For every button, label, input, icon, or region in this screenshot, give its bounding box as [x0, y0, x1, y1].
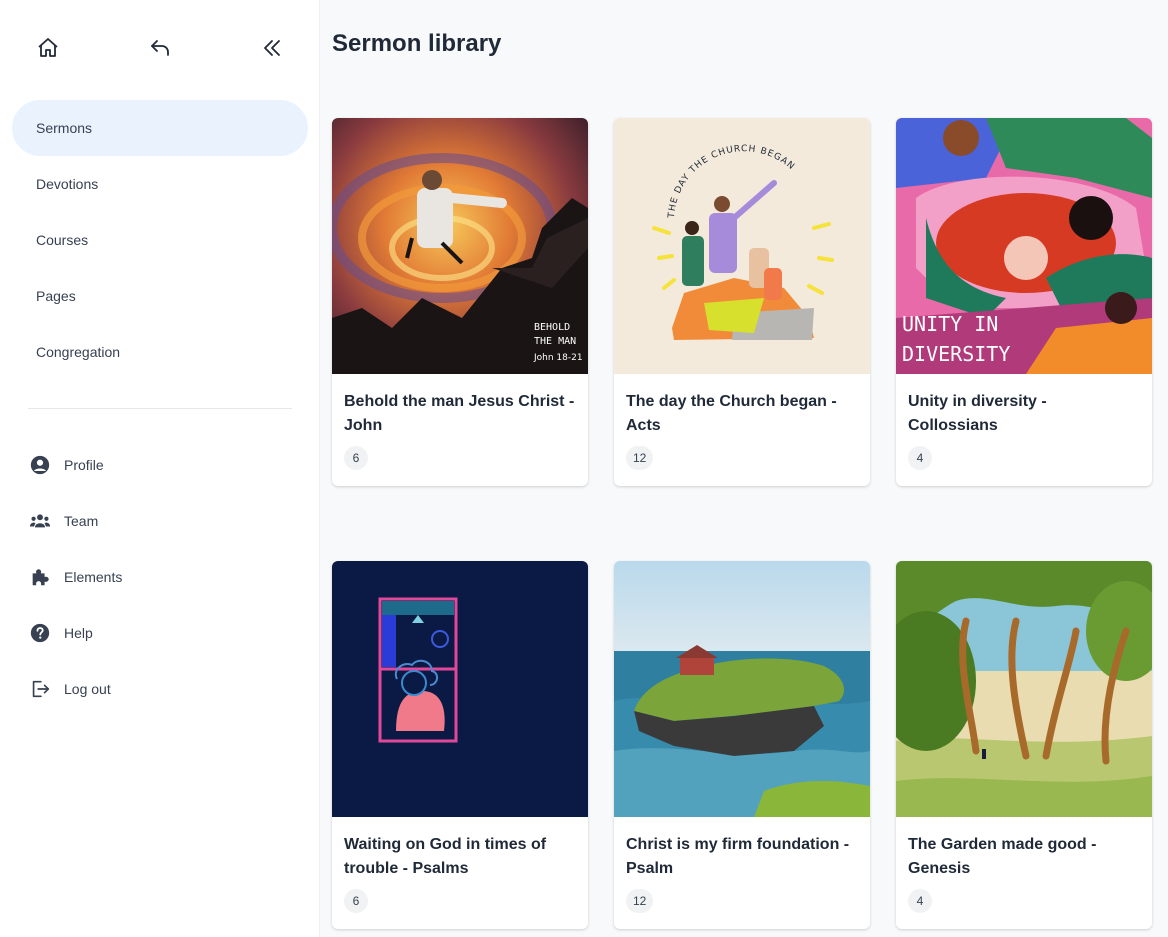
sermon-cover-image	[614, 561, 870, 817]
sermon-cover-image	[332, 561, 588, 817]
sermon-card[interactable]: UNITY IN DIVERSITY Unity in diversity - …	[896, 118, 1152, 486]
sermon-count-badge: 4	[908, 889, 932, 913]
sermon-title: Waiting on God in times of trouble - Psa…	[344, 836, 547, 877]
main-nav: Sermons Devotions Courses Pages Congrega…	[12, 100, 308, 380]
home-icon[interactable]	[30, 30, 66, 66]
nav-item-elements[interactable]: Elements	[28, 549, 292, 605]
nav-item-label: Devotions	[36, 176, 99, 192]
art-text: UNITY IN	[902, 312, 998, 336]
sermon-title: Unity in diversity - Collossians	[908, 393, 1047, 434]
nav-item-profile[interactable]: Profile	[28, 437, 292, 493]
account-nav: Profile Team Elements Help Log out	[28, 437, 292, 717]
art-text: BEHOLD	[534, 322, 570, 333]
sermon-cover-image: THE DAY THE CHURCH BEGAN	[614, 118, 870, 374]
sermon-card[interactable]: Waiting on God in times of trouble - Psa…	[332, 561, 588, 929]
sermon-card[interactable]: BEHOLD THE MAN John 18-21 Behold the man…	[332, 118, 588, 486]
nav-item-label: Profile	[64, 457, 104, 473]
sermon-cover-image: BEHOLD THE MAN John 18-21	[332, 118, 588, 374]
sermon-count-badge: 12	[626, 889, 654, 913]
sermon-cover-image: UNITY IN DIVERSITY	[896, 118, 1152, 374]
nav-item-congregation[interactable]: Congregation	[12, 324, 308, 380]
sermon-card[interactable]: THE DAY THE CHURCH BEGAN The day the Chu…	[614, 118, 870, 486]
nav-item-label: Log out	[64, 681, 111, 697]
nav-item-logout[interactable]: Log out	[28, 661, 292, 717]
nav-item-label: Team	[64, 513, 99, 529]
sidebar: Sermons Devotions Courses Pages Congrega…	[0, 0, 320, 937]
page-title: Sermon library	[332, 30, 502, 57]
sermon-title: Christ is my firm foundation - Psalm	[626, 836, 850, 877]
sidebar-divider	[28, 408, 292, 409]
nav-item-team[interactable]: Team	[28, 493, 292, 549]
art-text: THE MAN	[534, 336, 576, 347]
sermon-title: The Garden made good - Genesis	[908, 836, 1097, 877]
art-text: John 18-21	[533, 353, 583, 363]
puzzle-icon	[28, 565, 52, 589]
nav-item-label: Congregation	[36, 344, 121, 360]
nav-item-sermons[interactable]: Sermons	[12, 100, 308, 156]
back-arrow-icon[interactable]	[142, 30, 178, 66]
nav-item-label: Sermons	[36, 120, 93, 136]
team-icon	[28, 509, 52, 533]
sermon-card[interactable]: Christ is my firm foundation - Psalm 12	[614, 561, 870, 929]
nav-item-devotions[interactable]: Devotions	[12, 156, 308, 212]
sermon-count-badge: 12	[626, 446, 654, 470]
sidebar-top-icons	[0, 30, 320, 66]
sermon-count-badge: 6	[344, 446, 368, 470]
sermon-count-badge: 6	[344, 889, 368, 913]
nav-item-help[interactable]: Help	[28, 605, 292, 661]
help-icon	[28, 621, 52, 645]
nav-item-label: Courses	[36, 232, 89, 248]
nav-item-label: Pages	[36, 288, 76, 304]
sermon-title: The day the Church began - Acts	[626, 393, 837, 434]
nav-item-label: Elements	[64, 569, 123, 585]
logout-icon	[28, 677, 52, 701]
art-text: DIVERSITY	[902, 342, 1010, 366]
nav-item-label: Help	[64, 625, 93, 641]
sermon-cover-image	[896, 561, 1152, 817]
sermon-count-badge: 4	[908, 446, 932, 470]
collapse-icon[interactable]	[254, 30, 290, 66]
nav-item-pages[interactable]: Pages	[12, 268, 308, 324]
user-circle-icon	[28, 453, 52, 477]
main-content: Sermon library BEHOLD THE MAN John 18-21…	[320, 0, 1168, 937]
sermon-title: Behold the man Jesus Christ - John	[344, 393, 575, 434]
sermon-card[interactable]: The Garden made good - Genesis 4	[896, 561, 1152, 929]
nav-item-courses[interactable]: Courses	[12, 212, 308, 268]
